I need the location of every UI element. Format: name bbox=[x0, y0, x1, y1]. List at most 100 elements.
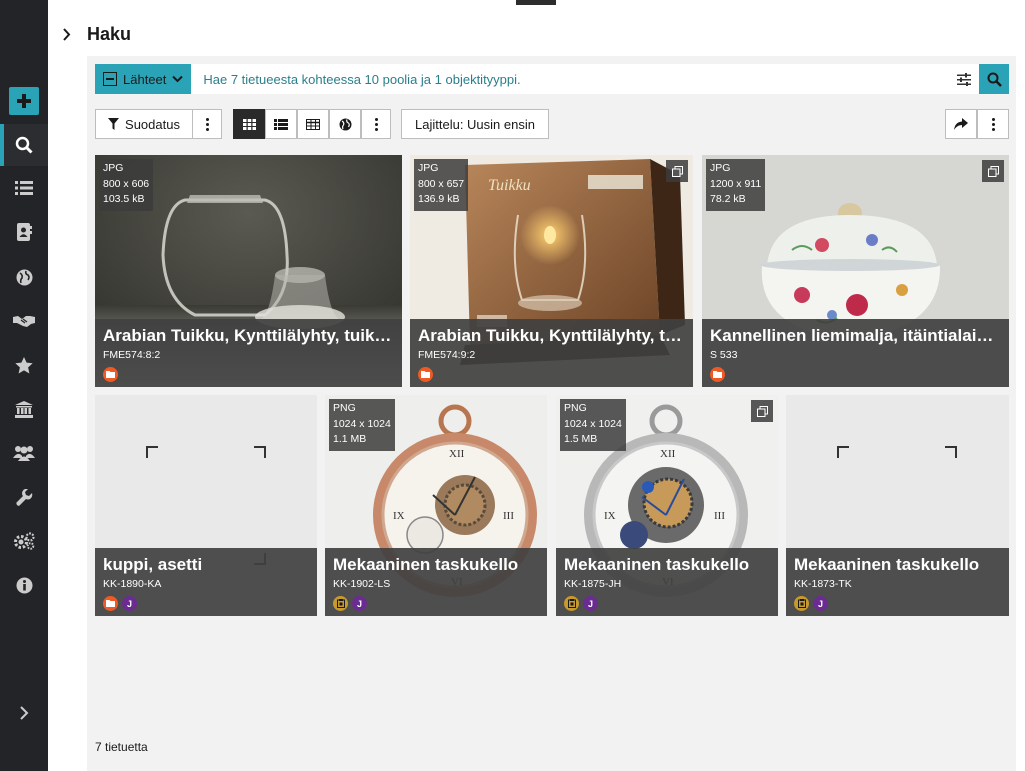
card-title: Arabian Tuikku, Kynttilälyhty, tuikkulyh… bbox=[418, 326, 685, 345]
sort-button[interactable]: Lajittelu: Uusin ensin bbox=[401, 109, 549, 139]
file-info: PNG 1024 x 1024 1.1 MB bbox=[329, 399, 395, 451]
card-title: Mekaaninen taskukello bbox=[794, 555, 980, 574]
result-card[interactable]: XIIIIIVIIX PNG 1024 x 1024 1.1 MB Mekaan… bbox=[325, 395, 547, 616]
sidebar-expand-button[interactable] bbox=[0, 692, 48, 734]
wrench-icon bbox=[15, 488, 32, 506]
sidebar-item-tools[interactable] bbox=[0, 476, 48, 518]
filter-icon bbox=[108, 118, 120, 130]
user-badge: J bbox=[583, 596, 598, 611]
panel-toggle-button[interactable] bbox=[48, 16, 84, 52]
chevron-right-icon bbox=[62, 27, 70, 41]
info-icon bbox=[16, 577, 32, 593]
folder-icon bbox=[103, 596, 118, 611]
sources-button[interactable]: Lähteet bbox=[95, 64, 192, 94]
sidebar-item-contacts[interactable] bbox=[0, 211, 48, 253]
multiple-files-icon bbox=[666, 160, 688, 182]
card-caption: Mekaaninen taskukello KK-1875-JH J bbox=[556, 548, 778, 616]
users-icon bbox=[13, 446, 35, 461]
card-id: KK-1875-JH bbox=[564, 578, 622, 590]
add-button[interactable] bbox=[9, 87, 39, 115]
filter-button[interactable]: Suodatus bbox=[95, 109, 193, 139]
file-info: JPG 800 x 606 103.5 kB bbox=[99, 159, 154, 211]
svg-text:III: III bbox=[714, 510, 725, 522]
card-title: Mekaaninen taskukello bbox=[564, 555, 750, 574]
page-title: Haku bbox=[87, 23, 132, 44]
card-id: FME574:9:2 bbox=[418, 349, 476, 361]
search-icon bbox=[987, 72, 1002, 87]
folder-icon bbox=[103, 367, 118, 382]
file-info: JPG 800 x 657 136.9 kB bbox=[414, 159, 469, 211]
view-menu-button[interactable] bbox=[361, 109, 391, 139]
sidebar bbox=[0, 0, 48, 771]
filter-label: Suodatus bbox=[125, 116, 180, 132]
more-vertical-icon bbox=[991, 117, 995, 131]
user-badge: J bbox=[352, 596, 367, 611]
sidebar-item-institution[interactable] bbox=[0, 388, 48, 430]
card-id: KK-1890-KA bbox=[103, 578, 162, 590]
sort-label: Lajittelu: Uusin ensin bbox=[415, 116, 535, 132]
sidebar-item-list[interactable] bbox=[0, 167, 48, 209]
result-card[interactable]: kuppi, asetti KK-1890-KA J bbox=[95, 395, 317, 616]
search-panel: Lähteet Suodatus bbox=[87, 56, 1016, 771]
card-caption: Arabian Tuikku, Kynttilälyhty, tuikkulyh… bbox=[410, 319, 693, 387]
result-card[interactable]: XIIIIIVIIX PNG 1024 x 1024 1.5 MB Mekaan… bbox=[556, 395, 778, 616]
sidebar-item-users[interactable] bbox=[0, 432, 48, 474]
user-badge: J bbox=[813, 596, 828, 611]
sidebar-item-globe[interactable] bbox=[0, 256, 48, 298]
filter-menu-button[interactable] bbox=[192, 109, 222, 139]
multiple-files-icon bbox=[751, 400, 773, 422]
search-button[interactable] bbox=[979, 64, 1009, 94]
more-vertical-icon bbox=[374, 117, 378, 131]
plus-icon bbox=[17, 94, 31, 108]
more-vertical-icon bbox=[205, 117, 209, 131]
sidebar-item-info[interactable] bbox=[0, 564, 48, 606]
result-count: 7 tietuetta bbox=[95, 740, 148, 754]
address-book-icon bbox=[17, 223, 32, 241]
svg-text:IX: IX bbox=[604, 510, 616, 522]
view-table-button[interactable] bbox=[297, 109, 329, 139]
results-menu-button[interactable] bbox=[977, 109, 1009, 139]
view-list-button[interactable] bbox=[265, 109, 297, 139]
advanced-search-button[interactable] bbox=[949, 64, 979, 94]
result-card[interactable]: Mekaaninen taskukello KK-1873-TK J bbox=[786, 395, 1009, 616]
card-id: S 533 bbox=[710, 349, 738, 361]
object-type-icon bbox=[794, 596, 809, 611]
search-input[interactable] bbox=[191, 64, 949, 94]
share-button[interactable] bbox=[945, 109, 977, 139]
card-caption: Kannellinen liemimalja, itäintialainen S… bbox=[702, 319, 1009, 387]
svg-text:XII: XII bbox=[449, 448, 465, 460]
card-title: kuppi, asetti bbox=[103, 555, 203, 574]
svg-text:Tuikku: Tuikku bbox=[488, 177, 531, 194]
file-info: JPG 1200 x 911 78.2 kB bbox=[706, 159, 766, 211]
file-info: PNG 1024 x 1024 1.5 MB bbox=[560, 399, 626, 451]
svg-text:IX: IX bbox=[393, 510, 405, 522]
svg-text:III: III bbox=[503, 510, 514, 522]
chevron-down-icon bbox=[172, 75, 184, 83]
view-map-button[interactable] bbox=[329, 109, 361, 139]
gears-icon bbox=[14, 532, 35, 550]
sidebar-item-search[interactable] bbox=[0, 124, 48, 166]
result-card[interactable]: JPG 800 x 606 103.5 kB Arabian Tuikku, K… bbox=[95, 155, 402, 387]
star-icon bbox=[15, 356, 33, 373]
handshake-icon bbox=[13, 316, 35, 327]
card-id: KK-1902-LS bbox=[333, 578, 391, 590]
folder-icon bbox=[710, 367, 725, 382]
sidebar-item-settings[interactable] bbox=[0, 520, 48, 562]
sources-label: Lähteet bbox=[123, 71, 167, 87]
sidebar-item-handshake[interactable] bbox=[0, 300, 48, 342]
share-icon bbox=[954, 118, 968, 130]
museum-icon bbox=[15, 400, 33, 418]
globe-icon bbox=[339, 118, 351, 130]
user-badge: J bbox=[122, 596, 137, 611]
card-caption: Mekaaninen taskukello KK-1873-TK J bbox=[786, 548, 1009, 616]
card-title: Arabian Tuikku, Kynttilälyhty, tuikkulyh… bbox=[103, 326, 394, 345]
result-card[interactable]: Tuikku JPG 800 x 657 136.9 kB Arabian Tu… bbox=[410, 155, 693, 387]
collapse-box-icon bbox=[103, 72, 117, 86]
card-caption: kuppi, asetti KK-1890-KA J bbox=[95, 548, 317, 616]
result-card[interactable]: JPG 1200 x 911 78.2 kB Kannellinen liemi… bbox=[702, 155, 1009, 387]
sidebar-item-favorites[interactable] bbox=[0, 344, 48, 386]
object-type-icon bbox=[564, 596, 579, 611]
list-icon bbox=[274, 118, 288, 130]
svg-text:XII: XII bbox=[660, 448, 676, 460]
view-grid-button[interactable] bbox=[233, 109, 265, 139]
